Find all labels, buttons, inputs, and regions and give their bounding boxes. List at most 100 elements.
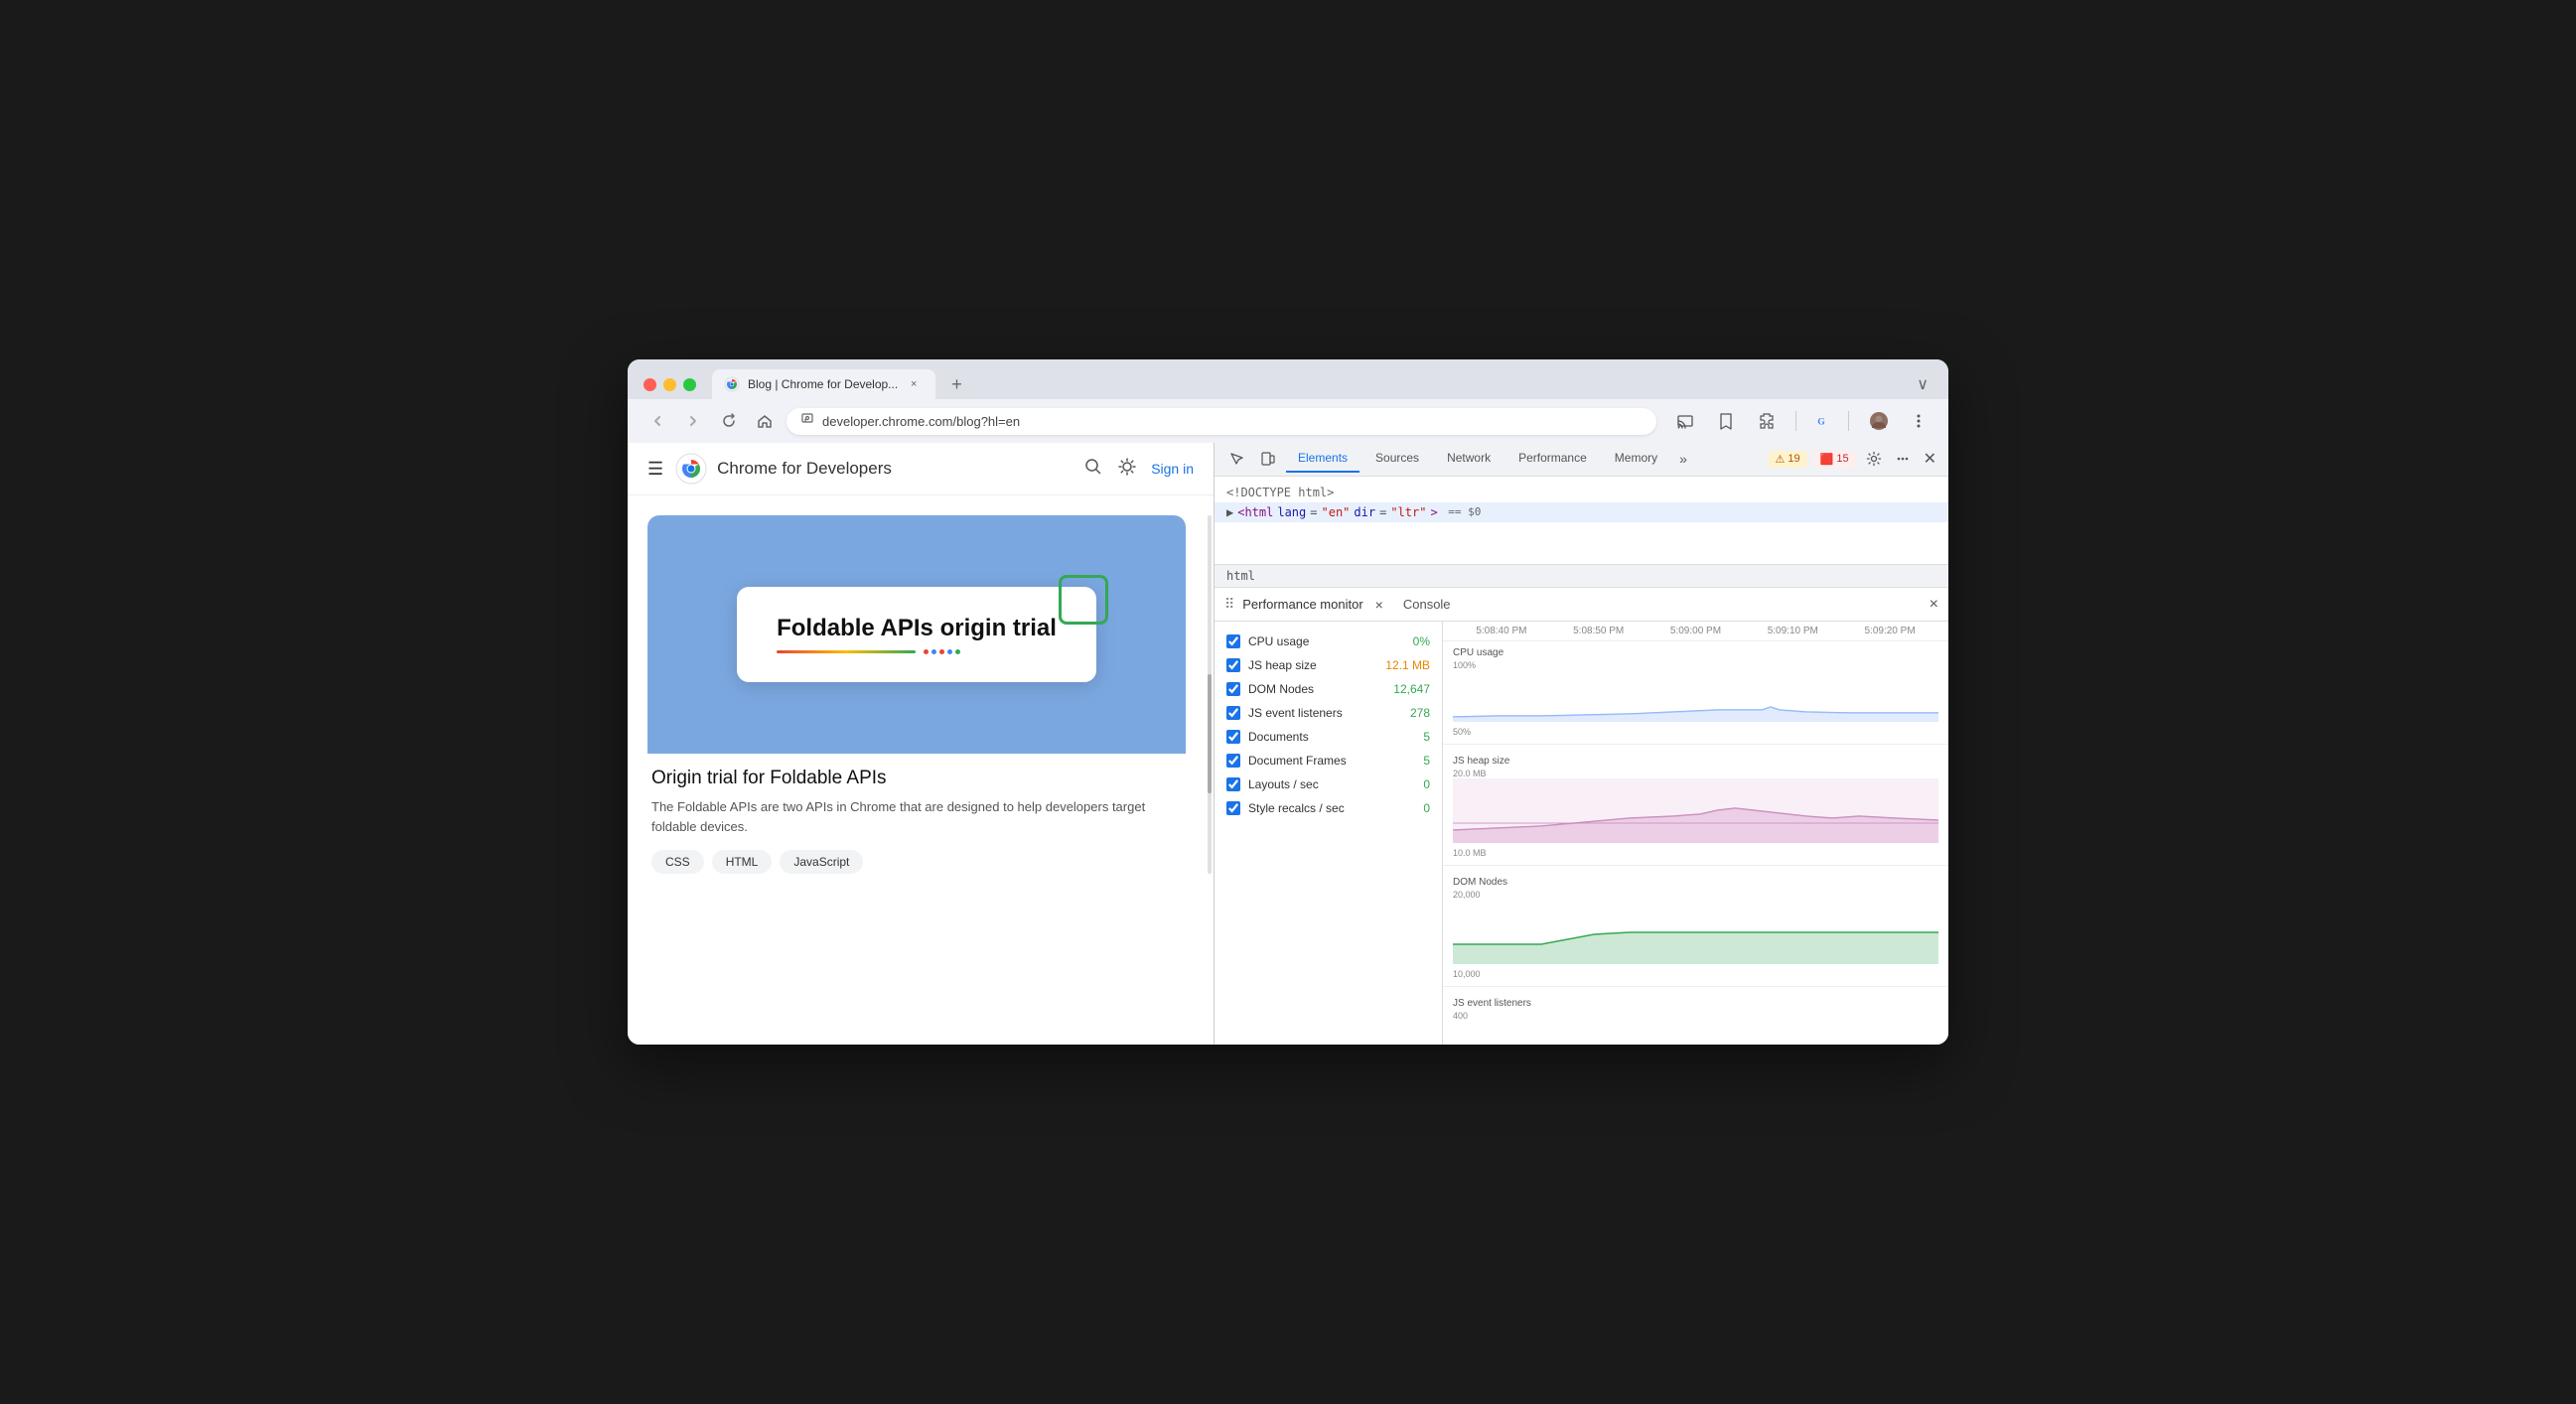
charts-area: 5:08:40 PM 5:08:50 PM 5:09:00 PM 5:09:10… — [1443, 622, 1948, 1045]
browser-window: Blog | Chrome for Develop... × + ∨ — [628, 359, 1948, 1045]
js-listeners-chart — [1453, 1021, 1938, 1037]
dt-close-button[interactable]: ✕ — [1920, 445, 1940, 473]
perf-monitor-close-tab-icon[interactable]: × — [1371, 595, 1387, 615]
url-bar[interactable]: developer.chrome.com/blog?hl=en — [787, 408, 1656, 435]
time-label-3: 5:09:00 PM — [1647, 626, 1745, 636]
chart-subtitle-dom-20000: 20,000 — [1453, 890, 1938, 900]
metric-checkbox-cpu[interactable] — [1226, 634, 1240, 648]
console-tab-button[interactable]: Console — [1395, 593, 1459, 616]
dt-more-button[interactable] — [1892, 448, 1914, 470]
underline-bar — [777, 650, 916, 653]
metric-checkbox-js-heap[interactable] — [1226, 658, 1240, 672]
main-area: ☰ Chrome for Developers — [628, 443, 1948, 1045]
dot-red — [924, 649, 929, 654]
hamburger-menu[interactable]: ☰ — [647, 459, 663, 480]
metric-row-js-heap: JS heap size 12.1 MB — [1215, 653, 1442, 677]
new-tab-button[interactable]: + — [943, 370, 970, 399]
metric-label-js-heap: JS heap size — [1248, 658, 1372, 672]
tag-css[interactable]: CSS — [651, 850, 704, 874]
perf-metrics-list: CPU usage 0% JS heap size 12.1 MB DOM No… — [1215, 622, 1443, 1045]
blog-card: Foldable APIs origin trial — [647, 515, 1186, 874]
js-heap-chart — [1453, 778, 1938, 843]
dt-tab-elements[interactable]: Elements — [1286, 445, 1360, 473]
extension-icon[interactable] — [1752, 407, 1780, 435]
forward-button[interactable] — [679, 407, 707, 435]
close-traffic-light[interactable] — [644, 378, 656, 391]
scroll-thumb[interactable] — [1208, 674, 1212, 793]
bookmark-icon[interactable] — [1712, 407, 1740, 435]
tab-favicon — [724, 376, 740, 392]
dt-tab-network[interactable]: Network — [1435, 445, 1503, 473]
back-button[interactable] — [644, 407, 671, 435]
tab-overflow-icon[interactable]: ∨ — [1913, 370, 1932, 398]
metric-checkbox-dom-nodes[interactable] — [1226, 682, 1240, 696]
metric-label-layouts: Layouts / sec — [1248, 777, 1372, 791]
perf-monitor: ⠿ Performance monitor × Console × CPU us… — [1215, 588, 1948, 1045]
active-tab[interactable]: Blog | Chrome for Develop... × — [712, 369, 935, 399]
sign-in-button[interactable]: Sign in — [1151, 461, 1194, 477]
metric-checkbox-style-recalcs[interactable] — [1226, 801, 1240, 815]
perf-header: ⠿ Performance monitor × Console × — [1215, 588, 1948, 622]
tab-close-button[interactable]: × — [906, 376, 922, 392]
dt-settings-button[interactable] — [1862, 447, 1886, 471]
chrome-menu-icon[interactable] — [1905, 407, 1932, 435]
inspect-icon[interactable] — [1222, 447, 1250, 471]
site-search-icon[interactable] — [1083, 457, 1103, 482]
google-account-icon[interactable]: G — [1812, 411, 1832, 431]
chart-subtitle-listeners-400: 400 — [1453, 1011, 1938, 1021]
metric-checkbox-documents[interactable] — [1226, 730, 1240, 744]
scroll-indicator — [1208, 515, 1212, 874]
refresh-button[interactable] — [715, 407, 743, 435]
dot-green — [955, 649, 960, 654]
chart-title-cpu: CPU usage — [1453, 647, 1503, 658]
home-button[interactable] — [751, 407, 779, 435]
dom-nodes-chart — [1453, 900, 1938, 964]
profile-icon[interactable] — [1865, 407, 1893, 435]
device-mode-icon[interactable] — [1254, 447, 1282, 471]
time-label-4: 5:09:10 PM — [1744, 626, 1841, 636]
dt-error-badge: 🟥 15 — [1813, 451, 1856, 468]
dot-blue — [931, 649, 936, 654]
site-navbar: ☰ Chrome for Developers — [628, 443, 1214, 495]
minimize-traffic-light[interactable] — [663, 378, 676, 391]
metric-value-doc-frames: 5 — [1380, 754, 1430, 768]
perf-monitor-close-button[interactable]: × — [1930, 596, 1938, 614]
blog-post-title: Origin trial for Foldable APIs — [651, 768, 1182, 789]
website-panel: ☰ Chrome for Developers — [628, 443, 1214, 1045]
metric-row-doc-frames: Document Frames 5 — [1215, 749, 1442, 772]
time-label-1: 5:08:40 PM — [1453, 626, 1550, 636]
chrome-logo-icon — [675, 453, 707, 485]
metric-label-documents: Documents — [1248, 730, 1372, 744]
devtools-panel: Elements Sources Network Performance Mem… — [1214, 443, 1948, 1045]
time-axis: 5:08:40 PM 5:08:50 PM 5:09:00 PM 5:09:10… — [1443, 622, 1948, 641]
dt-more-tabs-icon[interactable]: » — [1673, 447, 1693, 471]
chart-section-dom-nodes: DOM Nodes 20,000 10,000 — [1443, 866, 1948, 987]
site-name: Chrome for Developers — [717, 459, 892, 479]
metric-value-js-heap: 12.1 MB — [1380, 658, 1430, 672]
dt-tab-performance[interactable]: Performance — [1506, 445, 1599, 473]
theme-toggle-icon[interactable] — [1117, 457, 1137, 482]
security-icon — [800, 413, 814, 430]
dt-tab-memory[interactable]: Memory — [1603, 445, 1669, 473]
cast-icon[interactable] — [1672, 407, 1700, 435]
dots-decoration — [924, 649, 960, 654]
metric-checkbox-js-listeners[interactable] — [1226, 706, 1240, 720]
site-actions: Sign in — [1083, 457, 1194, 482]
metric-label-doc-frames: Document Frames — [1248, 754, 1372, 768]
metric-checkbox-doc-frames[interactable] — [1226, 754, 1240, 768]
chart-scroll-area[interactable]: CPU usage 100% 50% — [1443, 641, 1948, 1037]
dt-warning-badge: ⚠ 19 — [1769, 451, 1807, 468]
svg-text:G: G — [1817, 417, 1825, 428]
dt-tab-sources[interactable]: Sources — [1363, 445, 1431, 473]
toolbar-icons: G — [1672, 407, 1932, 435]
chart-section-js-heap: JS heap size 20.0 MB 10.0 MB — [1443, 745, 1948, 866]
tag-html[interactable]: HTML — [712, 850, 773, 874]
card-tags: CSS HTML JavaScript — [651, 850, 1182, 874]
chart-subtitle-dom-10000: 10,000 — [1453, 969, 1481, 979]
metric-checkbox-layouts[interactable] — [1226, 777, 1240, 791]
metric-row-style-recalcs: Style recalcs / sec 0 — [1215, 796, 1442, 820]
metric-row-cpu: CPU usage 0% — [1215, 630, 1442, 653]
tag-javascript[interactable]: JavaScript — [780, 850, 863, 874]
html-selected-line[interactable]: ▶ <html lang="en" dir="ltr"> == $0 — [1215, 502, 1948, 522]
maximize-traffic-light[interactable] — [683, 378, 696, 391]
